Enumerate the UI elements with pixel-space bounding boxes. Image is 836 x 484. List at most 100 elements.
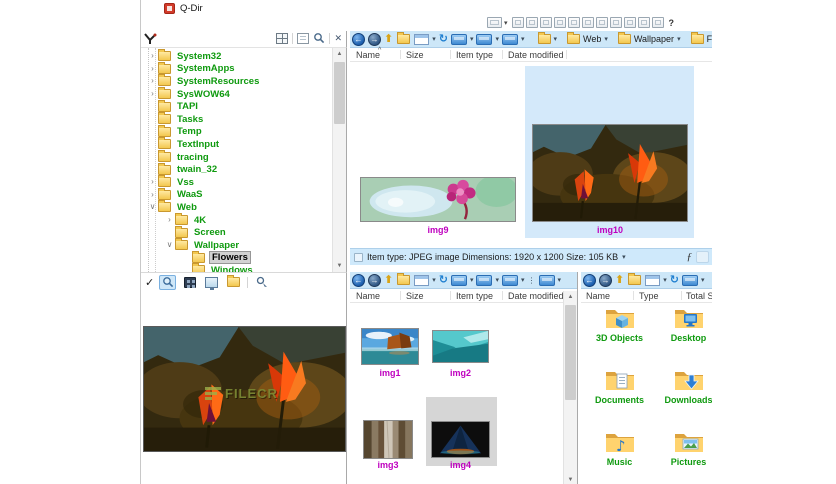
column-header-size[interactable]: Size — [406, 289, 424, 303]
expand-icon[interactable]: ∨ — [164, 240, 175, 250]
thumbnail-img4[interactable] — [431, 421, 490, 458]
file-label[interactable]: img1 — [361, 368, 419, 378]
up-icon[interactable]: ⬆ — [384, 33, 393, 46]
tree-item[interactable]: › SystemResources — [141, 74, 332, 88]
layout-preset-button[interactable] — [609, 17, 622, 28]
middle-pane-scrollbar[interactable]: ▲ ▼ — [563, 291, 577, 484]
folder-3d-objects[interactable]: 3D Objects — [585, 305, 654, 367]
folder-music[interactable]: ♪ Music — [585, 429, 654, 484]
thumbnail-img2[interactable] — [432, 330, 489, 363]
scroll-up-icon[interactable]: ▲ — [333, 48, 346, 60]
view-button-1[interactable] — [450, 33, 467, 45]
chevron-down-icon[interactable]: ▾ — [604, 35, 608, 43]
new-folder-icon[interactable] — [397, 32, 411, 44]
layout-preset-button[interactable] — [581, 17, 594, 28]
chevron-down-icon[interactable]: ▾ — [495, 276, 499, 284]
scroll-down-icon[interactable]: ▼ — [333, 260, 346, 272]
expand-icon[interactable]: › — [147, 76, 158, 86]
tree-item[interactable]: › System32 — [141, 49, 332, 63]
folder-desktop[interactable]: Desktop — [654, 305, 712, 367]
tree-scrollbar[interactable]: ▲ ▼ — [332, 48, 346, 272]
tree-item[interactable]: Tasks — [141, 112, 332, 126]
folder-pictures[interactable]: Pictures — [654, 429, 712, 484]
column-header-name[interactable]: Name — [356, 48, 380, 62]
view-button-1[interactable] — [681, 274, 698, 286]
expand-icon[interactable]: › — [147, 89, 158, 99]
folder-label[interactable]: 3D Objects — [596, 333, 643, 343]
chevron-down-icon[interactable]: ▾ — [432, 276, 436, 284]
tree-item[interactable]: ∨ Wallpaper — [141, 238, 332, 252]
expand-icon[interactable]: › — [147, 177, 158, 187]
layout-preset-button[interactable] — [511, 17, 524, 28]
tree-item[interactable]: › WaaS — [141, 187, 332, 202]
forward-icon[interactable]: → — [368, 273, 381, 287]
preview-magnifier-button[interactable] — [159, 274, 177, 290]
breadcrumb-segment[interactable]: Web ▾ — [563, 32, 612, 46]
chevron-down-icon[interactable]: ▾ — [495, 35, 499, 43]
help-icon[interactable]: ? — [669, 18, 675, 28]
expand-icon[interactable]: › — [147, 64, 158, 74]
chevron-down-icon[interactable]: ▾ — [677, 35, 681, 43]
file-label[interactable]: img3 — [363, 460, 413, 470]
column-header-name[interactable]: Name — [356, 289, 380, 303]
scrollbar-thumb[interactable] — [565, 305, 576, 400]
view-mode-icon[interactable] — [645, 274, 661, 286]
preview-image-tulips[interactable] — [143, 326, 346, 452]
tree-item[interactable]: › SysWOW64 — [141, 87, 332, 101]
view-mode-icon[interactable] — [414, 274, 430, 286]
layout-preset-button[interactable] — [637, 17, 650, 28]
up-icon[interactable]: ⬆ — [615, 274, 624, 287]
folder-tools-button[interactable] — [225, 275, 242, 290]
back-icon[interactable]: ← — [352, 32, 365, 46]
layout-preset-main-button[interactable] — [487, 17, 502, 28]
chevron-down-icon[interactable]: ▾ — [622, 253, 626, 261]
chevron-down-icon[interactable]: ▾ — [701, 276, 705, 284]
file-label[interactable]: img9 — [360, 225, 516, 235]
view-button-1[interactable] — [450, 274, 467, 286]
tree-item[interactable]: › 4K — [141, 213, 332, 227]
close-tree-icon[interactable]: ✕ — [334, 33, 342, 44]
refresh-icon[interactable]: ↻ — [439, 33, 448, 46]
chevron-down-icon[interactable]: ▾ — [504, 19, 508, 27]
tree-item[interactable]: twain_32 — [141, 162, 332, 176]
column-header-datemodified[interactable]: Date modified — [508, 48, 564, 62]
chevron-down-icon[interactable]: ▾ — [558, 276, 562, 284]
tree-item[interactable]: ∨ Web — [141, 200, 332, 214]
column-header-itemtype[interactable]: Item type — [456, 48, 493, 62]
tree-item[interactable]: Screen — [141, 225, 332, 239]
preview-toggle-icon[interactable] — [696, 251, 709, 263]
folder-label[interactable]: Downloads — [664, 395, 712, 405]
expand-icon[interactable]: › — [147, 51, 158, 61]
chevron-down-icon[interactable]: ▾ — [521, 276, 525, 284]
tree-item[interactable]: TextInput — [141, 137, 332, 151]
tree-item[interactable]: › Vss — [141, 175, 332, 189]
layout-preset-button[interactable] — [525, 17, 538, 28]
title-bar[interactable]: Q-Dir — [141, 0, 712, 16]
folder-label[interactable]: Music — [607, 457, 633, 467]
thumbnail-img1[interactable] — [361, 328, 419, 365]
layout-preset-button[interactable] — [553, 17, 566, 28]
breadcrumb-segment[interactable]: ▾ — [534, 32, 562, 46]
folder-label[interactable]: Documents — [595, 395, 644, 405]
scroll-down-icon[interactable]: ▼ — [564, 474, 577, 484]
column-header-itemtype[interactable]: Item type — [456, 289, 493, 303]
folder-label[interactable]: Desktop — [671, 333, 707, 343]
expand-icon[interactable]: › — [164, 215, 175, 225]
expand-icon[interactable]: › — [147, 190, 158, 200]
tree-item[interactable]: TAPI — [141, 99, 332, 113]
breadcrumb-segment[interactable]: Flowers ▾ — [687, 32, 712, 46]
tree-search-icon[interactable] — [313, 32, 325, 44]
tree-newfolder-icon[interactable] — [297, 32, 310, 44]
scrollbar-thumb[interactable] — [334, 62, 345, 124]
view-button-4[interactable] — [538, 274, 555, 286]
back-icon[interactable]: ← — [352, 273, 365, 287]
view-mode-icon[interactable] — [414, 33, 430, 45]
up-icon[interactable]: ⬆ — [384, 274, 393, 287]
tree-item[interactable]: Temp — [141, 124, 332, 139]
column-header-type[interactable]: Type — [639, 289, 659, 303]
refresh-icon[interactable]: ↻ — [670, 274, 679, 287]
layout-preset-button[interactable] — [595, 17, 608, 28]
more-icon[interactable]: ⋮ — [528, 276, 536, 285]
back-icon[interactable]: ← — [583, 273, 596, 287]
tree-root-icon[interactable] — [144, 33, 157, 45]
